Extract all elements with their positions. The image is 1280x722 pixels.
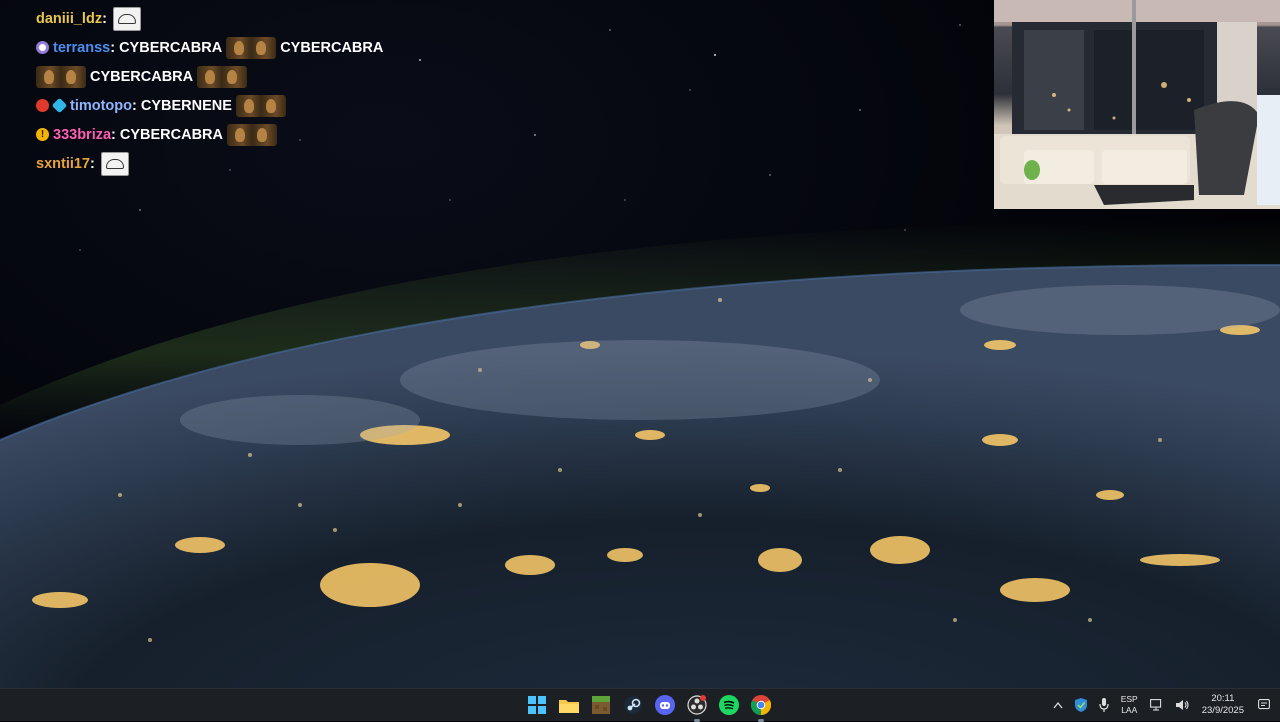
chat-message: sxntii17:: [36, 149, 396, 178]
chat-username: terranss: [53, 39, 111, 56]
discord-icon[interactable]: [654, 694, 676, 716]
sketch-emote: [112, 6, 141, 31]
system-tray: ESP LAA 20:11 23/9/2025: [1047, 689, 1280, 721]
chat-message: ! 333briza: CYBERCABRA: [36, 120, 396, 149]
microphone-icon[interactable]: [1099, 698, 1109, 712]
cabra-emote: [226, 36, 277, 59]
chat-text: CYBERNENE: [140, 97, 232, 114]
sketch-emote: [100, 151, 129, 176]
cabra-emote: [197, 65, 248, 88]
folder-icon[interactable]: [558, 694, 580, 716]
network-icon[interactable]: [1149, 699, 1164, 711]
chat-message: timotopo: CYBERNENE: [36, 91, 396, 120]
chrome-icon[interactable]: [750, 694, 772, 722]
cube-badge: [51, 97, 68, 114]
notification-icon[interactable]: [1258, 699, 1270, 711]
lang-code: ESP: [1120, 694, 1138, 704]
chat-username: 333briza: [53, 126, 112, 143]
chat-text: CYBERCABRA: [280, 39, 384, 56]
lang-layout: LAA: [1121, 705, 1138, 715]
stream-chat-overlay: daniii_ldz: terranss: CYBERCABRA CYBERCA…: [36, 4, 396, 178]
obs-icon[interactable]: [686, 694, 708, 722]
purple-badge: [36, 41, 49, 54]
chat-text: CYBERCABRA: [90, 68, 194, 85]
volume-icon[interactable]: [1175, 699, 1190, 711]
spotify-icon[interactable]: [718, 694, 740, 716]
grass-block-icon[interactable]: [590, 694, 612, 716]
chat-username: sxntii17: [36, 155, 90, 172]
chevron-up-icon[interactable]: [1053, 701, 1063, 709]
steam-icon[interactable]: [622, 694, 644, 716]
webcam-overlay: [994, 0, 1280, 209]
clock-date: 23/9/2025: [1201, 705, 1244, 716]
chat-message: daniii_ldz:: [36, 4, 396, 33]
cabra-emote: [227, 123, 278, 146]
red-badge: [36, 99, 49, 112]
chat-message-continuation: CYBERCABRA: [36, 62, 396, 91]
shield-icon[interactable]: [1074, 698, 1087, 712]
clock-time: 20:11: [1211, 693, 1235, 704]
clock[interactable]: 20:11 23/9/2025: [1202, 693, 1244, 717]
webcam-feed: [994, 0, 1280, 209]
taskbar-apps: [526, 689, 772, 722]
input-language[interactable]: ESP LAA: [1121, 694, 1138, 716]
chat-text: CYBERCABRA: [119, 126, 224, 143]
cabra-emote: [36, 65, 86, 88]
windows-logo-icon[interactable]: [526, 694, 548, 716]
chat-text: CYBERCABRA: [119, 39, 223, 56]
gold-badge: !: [36, 128, 49, 141]
chat-username: daniii_ldz: [36, 10, 103, 27]
cabra-emote: [235, 94, 286, 117]
chat-message: terranss: CYBERCABRA CYBERCABRA: [36, 33, 396, 62]
chat-username: timotopo: [70, 97, 133, 114]
taskbar: ESP LAA 20:11 23/9/2025: [0, 688, 1280, 722]
